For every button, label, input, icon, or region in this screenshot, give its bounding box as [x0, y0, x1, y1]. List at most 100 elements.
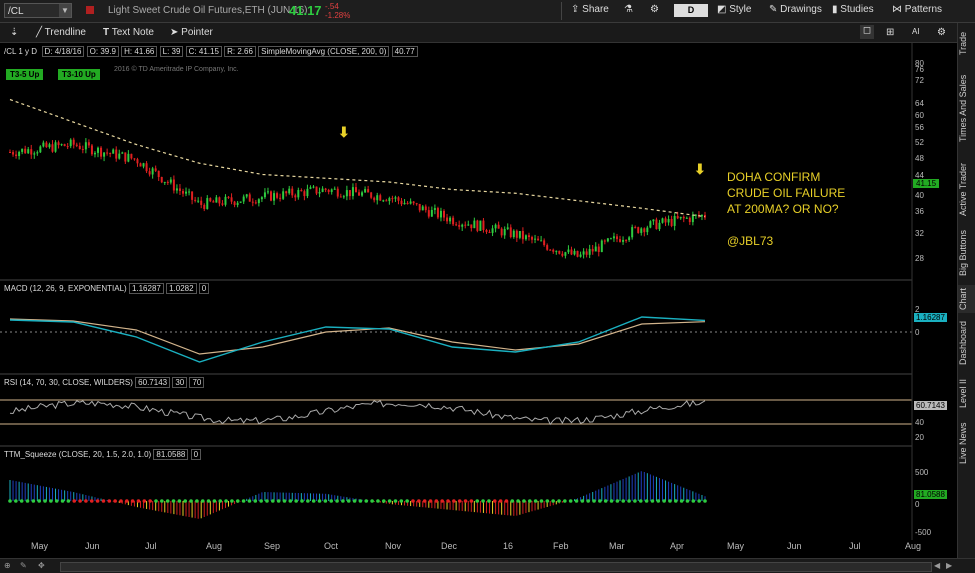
- ttm-squeeze-dot: [294, 499, 298, 503]
- ttm-squeeze-dot: [557, 499, 561, 503]
- rsi-header[interactable]: RSI (14, 70, 30, CLOSE, WILDERS) 60.7143…: [4, 377, 205, 388]
- ttm-squeeze-dot: [563, 499, 567, 503]
- net-change: -.54: [325, 2, 339, 11]
- patterns-button[interactable]: ⋈ Patterns: [892, 4, 942, 15]
- candle-body: [619, 239, 622, 242]
- candle-body: [634, 227, 637, 229]
- candle-body: [591, 248, 594, 252]
- pin-icon[interactable]: ⇣: [10, 27, 18, 38]
- sidebar-tab-chart[interactable]: Chart: [958, 285, 975, 313]
- candle-body: [649, 221, 652, 228]
- flask-icon[interactable]: ⚗: [624, 4, 633, 15]
- single-layout-icon[interactable]: ◻: [860, 25, 874, 39]
- ttm-squeeze-dot: [19, 499, 24, 503]
- ttm-squeeze-dot: [580, 499, 585, 503]
- timeframe-selector[interactable]: D: [674, 4, 708, 17]
- ttm-squeeze-dot: [306, 499, 310, 503]
- candle-body: [318, 191, 321, 194]
- candle-body: [473, 220, 476, 229]
- drawings-button[interactable]: ✎ Drawings: [769, 4, 822, 15]
- ttm-squeeze-dot: [387, 499, 392, 503]
- ttm-squeeze-dot: [656, 499, 661, 503]
- candle-body: [637, 227, 640, 233]
- ttm-squeeze-dot: [673, 499, 678, 503]
- time-axis[interactable]: May Jun Jul Aug Sep Oct Nov Dec 16 Feb M…: [0, 541, 921, 555]
- candle-body: [412, 201, 415, 204]
- candle-body: [72, 139, 75, 145]
- ttm-header[interactable]: TTM_Squeeze (CLOSE, 20, 1.5, 2.0, 1.0) 8…: [4, 449, 202, 460]
- style-button[interactable]: ◩ Style: [717, 4, 751, 15]
- textnote-button[interactable]: T Text Note: [103, 27, 154, 38]
- trendline-button[interactable]: ╱ Trendline: [36, 27, 86, 38]
- sidebar-tab-big-buttons[interactable]: Big Buttons: [958, 225, 975, 280]
- ttm-squeeze-dot: [638, 499, 643, 503]
- candle-body: [81, 149, 84, 151]
- studies-icon: ▮: [832, 4, 838, 15]
- candle-body: [109, 153, 112, 155]
- candle-body: [200, 200, 203, 205]
- share-button[interactable]: ⇪ Share: [571, 4, 609, 15]
- candle-body: [124, 152, 127, 162]
- candle-body: [312, 186, 315, 188]
- scroll-left-icon[interactable]: ◀: [934, 561, 940, 570]
- candle-body: [336, 188, 339, 197]
- ttm-squeeze-dot: [446, 499, 450, 503]
- studies-button[interactable]: ▮ Studies: [832, 4, 874, 15]
- scroll-right-icon[interactable]: ▶: [946, 561, 952, 570]
- candle-body: [87, 142, 90, 146]
- candle-body: [382, 200, 385, 202]
- symbol-dropdown-icon[interactable]: ▼: [59, 4, 71, 17]
- drag-icon[interactable]: ✥: [38, 561, 45, 570]
- ai-icon[interactable]: AI: [912, 27, 920, 36]
- sidebar-tab-times-and-sales[interactable]: Times And Sales: [958, 63, 975, 153]
- ttm-squeeze-dot: [54, 499, 59, 503]
- candle-body: [279, 197, 282, 199]
- draw-icon[interactable]: ✎: [20, 561, 27, 570]
- candle-body: [90, 145, 93, 155]
- ttm-squeeze-dot: [72, 499, 77, 503]
- gear-icon[interactable]: ⚙: [650, 4, 659, 15]
- text-icon: T: [103, 27, 110, 38]
- link-color-icon[interactable]: [86, 6, 94, 14]
- ttm-squeeze-dot: [253, 499, 258, 503]
- candle-body: [543, 240, 546, 246]
- chart-settings-gear-icon[interactable]: ⚙: [937, 27, 946, 38]
- candle-body: [558, 250, 561, 254]
- candle-body: [534, 238, 537, 240]
- candle-body: [69, 139, 72, 147]
- candle-body: [524, 235, 527, 240]
- sidebar-tab-trade[interactable]: Trade: [958, 28, 975, 58]
- scroll-track[interactable]: [60, 562, 932, 572]
- ttm-squeeze-dot: [545, 499, 550, 503]
- pointer-button[interactable]: ➤ Pointer: [170, 27, 213, 38]
- candle-body: [673, 216, 676, 226]
- chart-canvas[interactable]: [0, 42, 957, 558]
- candle-body: [9, 152, 11, 153]
- grid-layout-icon[interactable]: ⊞: [886, 27, 894, 38]
- candle-body: [594, 246, 597, 252]
- ttm-squeeze-dot: [31, 499, 36, 503]
- candle-body: [458, 225, 461, 227]
- sidebar-tab-dashboard[interactable]: Dashboard: [958, 318, 975, 368]
- candle-body: [521, 231, 524, 240]
- ttm-squeeze-dot: [247, 499, 252, 503]
- horizontal-scrollbar[interactable]: ⊕ ✎ ✥ ◀ ▶: [0, 558, 975, 573]
- candle-body: [452, 217, 455, 225]
- sidebar-tab-level-ii[interactable]: Level II: [958, 373, 975, 413]
- ttm-squeeze-dot: [288, 499, 293, 503]
- sidebar-tab-live-news[interactable]: Live News: [958, 418, 975, 468]
- ttm-squeeze-dot: [241, 499, 246, 503]
- sidebar-tab-active-trader[interactable]: Active Trader: [958, 158, 975, 220]
- macd-header[interactable]: MACD (12, 26, 9, EXPONENTIAL) 1.16287 1.…: [4, 283, 210, 294]
- candle-body: [224, 196, 227, 205]
- candle-body: [309, 187, 312, 189]
- symbol-input[interactable]: /CL ▼: [4, 3, 72, 18]
- zoom-icon[interactable]: ⊕: [4, 561, 11, 570]
- instrument-description: Light Sweet Crude Oil Futures,ETH (JUN 1…: [108, 5, 308, 16]
- candle-body: [75, 144, 78, 146]
- candle-body: [66, 146, 69, 148]
- candle-body: [188, 191, 191, 193]
- candle-body: [103, 152, 106, 157]
- ttm-squeeze-dot: [230, 499, 234, 503]
- patterns-icon: ⋈: [892, 4, 902, 15]
